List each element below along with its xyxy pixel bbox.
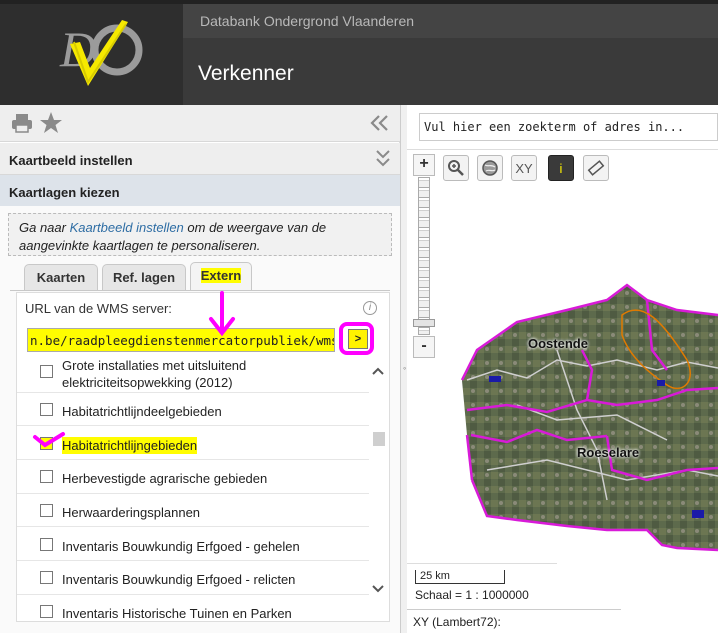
address-search-input[interactable]: Vul hier een zoekterm of adres in...: [419, 113, 718, 141]
left-panel: Kaartbeeld instellen Kaartlagen kiezen G…: [0, 105, 400, 633]
panel-splitter[interactable]: ◦: [400, 105, 407, 633]
scroll-down-icon[interactable]: [371, 581, 385, 597]
xy-coordinate-button[interactable]: XY: [511, 155, 537, 181]
tab-kaarten[interactable]: Kaarten: [24, 264, 98, 290]
list-item[interactable]: Herwaarderingsplannen: [17, 494, 369, 527]
layer-label: Habitatrichtlijndeelgebieden: [62, 404, 222, 419]
info-message: Ga naar Kaartbeeld instellen om de weerg…: [8, 213, 392, 256]
info-tool-button[interactable]: i: [548, 155, 574, 181]
map-imagery: [460, 283, 718, 552]
kaartbeeld-instellen-link[interactable]: Kaartbeeld instellen: [70, 220, 184, 235]
arrow-down-annotation-icon: [209, 291, 235, 337]
zoom-slider-handle[interactable]: [413, 319, 435, 327]
dov-logo[interactable]: D: [0, 4, 183, 105]
list-item[interactable]: Habitatrichtlijndeelgebieden: [17, 393, 369, 426]
list-item[interactable]: Habitatrichtlijngebieden: [17, 426, 369, 460]
tab-label: Ref. lagen: [112, 270, 176, 285]
info-icon[interactable]: i: [363, 301, 377, 315]
app-header: D Databank Ondergrond Vlaanderen Verkenn…: [0, 0, 718, 105]
zoom-in-button[interactable]: +: [413, 154, 435, 176]
accordion-kaartbeeld-instellen[interactable]: Kaartbeeld instellen: [0, 143, 400, 175]
page-title: Verkenner: [198, 62, 294, 85]
tab-ref-lagen[interactable]: Ref. lagen: [102, 264, 186, 290]
list-item[interactable]: Inventaris Historische Tuinen en Parken: [17, 595, 369, 621]
list-item[interactable]: Herbevestigde agrarische gebieden: [17, 460, 369, 494]
tab-label: Extern: [200, 268, 242, 283]
scroll-up-icon[interactable]: [371, 363, 385, 379]
tab-extern[interactable]: Extern: [190, 262, 252, 290]
layer-checkbox[interactable]: [40, 403, 53, 416]
accordion-kaartlagen-kiezen[interactable]: Kaartlagen kiezen: [0, 175, 400, 207]
layer-checkbox[interactable]: [40, 538, 53, 551]
star-icon[interactable]: [38, 110, 64, 136]
zoom-control: + -: [413, 154, 435, 358]
map-canvas[interactable]: + - XY i Oostende Roeselare 25 km Schaal…: [407, 149, 718, 633]
zoom-box-icon[interactable]: [443, 155, 469, 181]
wms-panel: URL van de WMS server: i n.be/raadpleegd…: [16, 291, 390, 622]
layer-content: Ga naar Kaartbeeld instellen om de weerg…: [0, 206, 400, 633]
tab-label: Kaarten: [36, 270, 86, 285]
layer-label: Habitatrichtlijngebieden: [62, 437, 198, 454]
layer-label: Herwaarderingsplannen: [62, 505, 201, 520]
layer-checkbox[interactable]: [40, 571, 53, 584]
dov-logo-icon: D: [59, 20, 143, 86]
layer-checkbox[interactable]: [40, 470, 53, 483]
layer-label: Grote installaties met uitsluitend elekt…: [62, 358, 247, 390]
zoom-slider[interactable]: [418, 177, 430, 335]
tab-divider: [10, 290, 390, 291]
layer-checkbox[interactable]: [40, 365, 53, 378]
layer-label: Inventaris Bouwkundig Erfgoed - relicten: [62, 572, 296, 587]
layer-label: Inventaris Historische Tuinen en Parken: [62, 606, 292, 621]
layer-list-scrollbar[interactable]: [369, 357, 389, 621]
ruler-icon[interactable]: [583, 155, 609, 181]
accordion-label: Kaartbeeld instellen: [9, 153, 133, 168]
layer-label: Herbevestigde agrarische gebieden: [62, 471, 268, 486]
wms-url-input[interactable]: n.be/raadpleegdienstenmercatorpubliek/wm…: [27, 328, 335, 352]
splitter-handle-icon: ◦: [403, 363, 407, 373]
city-label-roeselare: Roeselare: [577, 445, 640, 460]
scale-control: 25 km Schaal = 1 : 1000000: [407, 563, 557, 609]
list-item[interactable]: Inventaris Bouwkundig Erfgoed - gehelen: [17, 527, 369, 561]
layer-checkbox[interactable]: [40, 504, 53, 517]
go-button[interactable]: >: [348, 329, 368, 349]
double-chevron-down-icon: [376, 150, 390, 167]
list-item[interactable]: Grote installaties met uitsluitend elekt…: [17, 357, 369, 393]
globe-icon[interactable]: [477, 155, 503, 181]
map-pane: Vul hier een zoekterm of adres in... + -…: [407, 105, 718, 633]
scroll-thumb[interactable]: [373, 432, 385, 446]
wms-url-label: URL van de WMS server:: [25, 301, 172, 316]
header-subtitle: Databank Ondergrond Vlaanderen: [200, 13, 415, 29]
list-item[interactable]: Inventaris Bouwkundig Erfgoed - relicten: [17, 561, 369, 595]
double-chevron-left-icon[interactable]: [368, 111, 392, 135]
printer-icon[interactable]: [10, 111, 34, 135]
panel-toolbar: [0, 105, 400, 142]
scale-text: Schaal = 1 : 1000000: [415, 588, 529, 602]
zoom-out-button[interactable]: -: [413, 336, 435, 358]
layer-checkbox[interactable]: [40, 605, 53, 618]
layer-list: Grote installaties met uitsluitend elekt…: [17, 357, 369, 621]
city-label-oostende: Oostende: [528, 336, 588, 351]
accordion-label: Kaartlagen kiezen: [9, 185, 120, 200]
coordinate-readout: XY (Lambert72):: [407, 609, 621, 633]
info-prefix: Ga naar: [19, 220, 70, 235]
scale-bar: 25 km: [415, 570, 505, 584]
layer-label: Inventaris Bouwkundig Erfgoed - gehelen: [62, 539, 300, 554]
